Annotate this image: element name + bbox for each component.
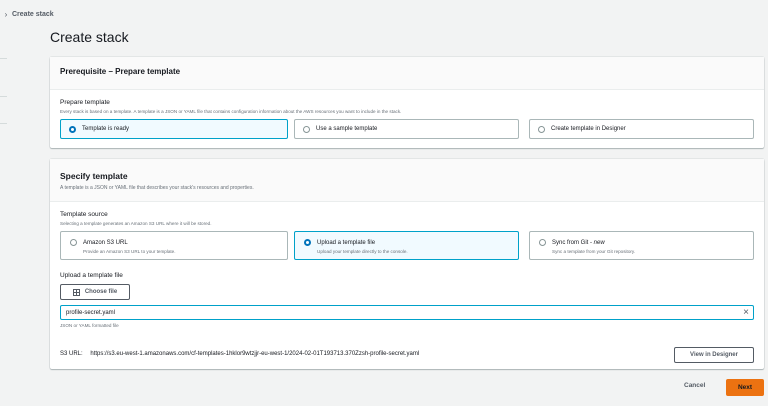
breadcrumb-current: Create stack — [12, 10, 54, 18]
prerequisite-panel: Prerequisite – Prepare template Prepare … — [50, 57, 764, 148]
source-desc: Upload your template directly to the con… — [317, 249, 408, 254]
s3-url-label: S3 URL: — [60, 351, 83, 357]
choose-file-label: Choose file — [84, 289, 118, 295]
radio-icon[interactable] — [539, 239, 546, 246]
file-name: profile-secret.yaml — [66, 309, 116, 316]
s3-url-value: https://s3.eu-west-1.amazonaws.com/cf-te… — [90, 351, 420, 357]
template-source-desc: Selecting a template generates an Amazon… — [60, 221, 212, 226]
source-upload-file[interactable]: Upload a template file Upload your templ… — [294, 231, 519, 260]
upload-icon — [72, 288, 80, 296]
breadcrumb: › Create stack — [0, 8, 54, 20]
chevron-right-icon[interactable]: › — [0, 10, 12, 19]
selected-file-field[interactable]: profile-secret.yaml × — [60, 305, 754, 320]
radio-icon[interactable] — [70, 239, 77, 246]
next-button[interactable]: Next — [726, 379, 764, 396]
radio-icon[interactable] — [69, 125, 76, 133]
template-source-label: Template source — [60, 211, 108, 218]
specify-template-panel: Specify template A template is a JSON or… — [50, 159, 764, 369]
source-label: Upload a template file — [317, 239, 376, 246]
page-title: Create stack — [50, 29, 129, 45]
nav-divider — [0, 123, 7, 124]
source-label: Sync from Git - new — [552, 240, 605, 246]
prerequisite-header: Prerequisite – Prepare template — [50, 57, 764, 90]
option-sample-template[interactable]: Use a sample template — [294, 119, 519, 139]
prepare-template-desc: Every stack is based on a template. A te… — [60, 109, 402, 114]
left-nav-rail — [0, 0, 8, 406]
new-tag: new — [593, 239, 605, 246]
source-s3-url[interactable]: Amazon S3 URL Provide an Amazon S3 URL t… — [60, 231, 288, 260]
view-in-designer-button[interactable]: View in Designer — [674, 347, 754, 363]
cancel-button[interactable]: Cancel — [684, 382, 705, 389]
option-designer-template[interactable]: Create template in Designer — [529, 119, 754, 139]
nav-divider — [0, 96, 7, 97]
source-sync-git[interactable]: Sync from Git - new Sync a template from… — [529, 231, 754, 260]
radio-icon[interactable] — [303, 125, 310, 133]
specify-template-desc: A template is a JSON or YAML file that d… — [60, 185, 254, 191]
prerequisite-title: Prerequisite – Prepare template — [60, 67, 181, 76]
upload-file-label: Upload a template file — [60, 272, 123, 279]
radio-icon[interactable] — [304, 239, 311, 246]
specify-template-title: Specify template — [60, 171, 128, 181]
specify-template-header: Specify template A template is a JSON or… — [50, 159, 764, 202]
prepare-template-label: Prepare template — [60, 99, 110, 106]
option-label: Create template in Designer — [551, 126, 626, 132]
option-label: Use a sample template — [316, 126, 378, 132]
source-label-text: Sync from Git - — [552, 239, 594, 246]
nav-divider — [0, 58, 7, 59]
close-icon[interactable]: × — [743, 307, 749, 318]
s3-url-row: S3 URL: https://s3.eu-west-1.amazonaws.c… — [60, 351, 419, 357]
option-label: Template is ready — [82, 126, 130, 132]
radio-icon[interactable] — [538, 125, 545, 133]
file-format-hint: JSON or YAML formatted file — [60, 323, 119, 328]
source-desc: Sync a template from your Git repository… — [552, 249, 636, 254]
choose-file-button[interactable]: Choose file — [60, 284, 130, 300]
source-desc: Provide an Amazon S3 URL to your templat… — [83, 249, 176, 254]
option-template-ready[interactable]: Template is ready — [60, 119, 288, 139]
source-label: Amazon S3 URL — [83, 239, 128, 246]
